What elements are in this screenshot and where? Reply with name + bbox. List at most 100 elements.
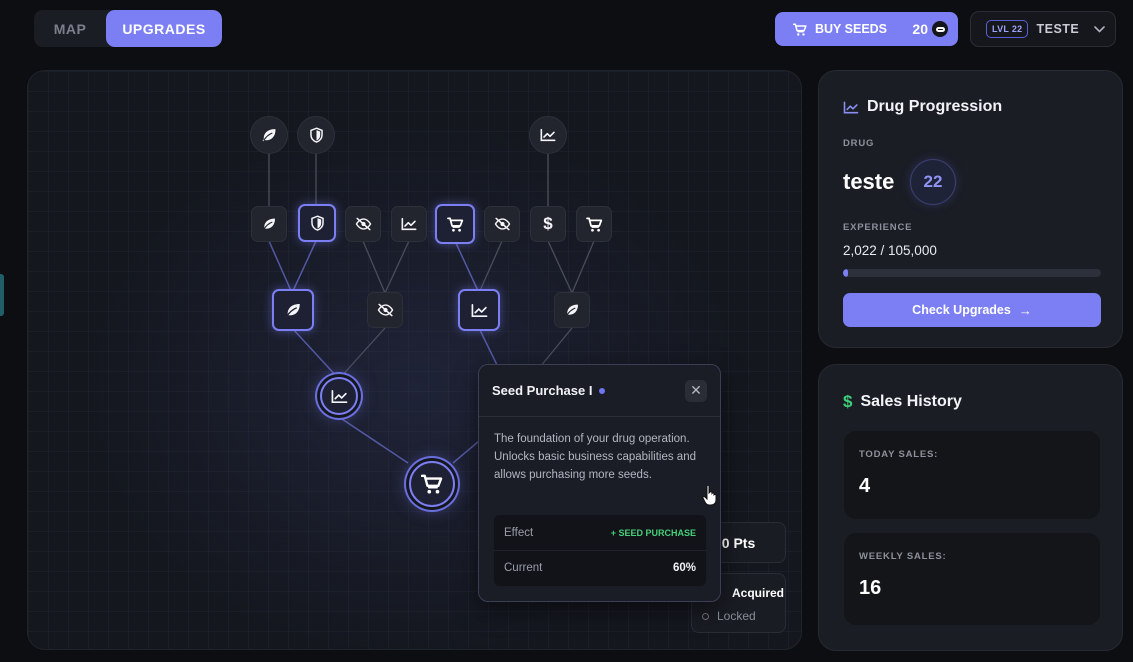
chart-trend-icon [540,128,556,142]
locked-dot-icon [702,612,709,620]
status-dot [599,387,606,394]
upgrade-node-acquired[interactable] [320,377,358,415]
check-upgrades-label: Check Upgrades [912,303,1011,317]
upgrade-node[interactable] [529,116,567,154]
tab-upgrades[interactable]: UPGRADES [106,10,222,47]
connector [547,240,573,294]
drug-level-badge: 22 [910,159,956,205]
weekly-sales-value: 16 [859,577,882,599]
connector-active [478,327,499,368]
buy-seeds-button[interactable]: BUY SEEDS 20 [775,12,958,46]
tooltip-stats: Effect + SEED PURCHASE Current 60% [494,515,706,586]
chart-trend-icon [843,101,859,114]
eye-off-icon [355,217,372,231]
connector [384,240,410,294]
cart-icon [446,216,464,232]
weekly-sales-label: WEEKLY SALES: [859,551,947,562]
chart-trend-icon [331,389,348,404]
upgrade-node-acquired[interactable] [435,204,475,244]
leaf-icon [564,302,580,318]
user-menu-button[interactable]: LVL 22 TESTE [970,11,1116,47]
connector-active [454,240,480,294]
chart-trend-icon [401,217,417,231]
arrow-right-icon: → [1018,302,1032,318]
tooltip-title: Seed Purchase I [492,383,593,398]
card-title: $ Sales History [843,392,962,412]
effect-label: Effect [504,526,534,539]
upgrade-node[interactable]: $ [530,206,566,242]
connector [478,240,503,294]
connector-active [268,240,293,294]
chevron-down-icon [1094,25,1105,33]
card-title: Drug Progression [843,98,1002,116]
connector [362,240,386,294]
seed-coin-icon [932,21,948,37]
upgrade-node[interactable] [250,116,288,154]
level-badge: LVL 22 [986,20,1029,38]
weekly-sales-box: WEEKLY SALES: 16 [844,533,1100,625]
today-sales-box: TODAY SALES: 4 [844,431,1100,519]
experience-progress-bar [843,269,1101,277]
current-label: Current [504,562,543,574]
cart-icon [793,22,807,36]
eye-off-icon [377,303,394,317]
connector-active [291,240,317,294]
upgrade-node-acquired[interactable] [272,289,314,331]
drug-progression-card: Drug Progression DRUG teste 22 EXPERIENC… [818,70,1123,348]
connector [539,327,573,368]
sales-history-card: $ Sales History TODAY SALES: 4 WEEKLY SA… [818,364,1123,651]
upgrade-node[interactable] [576,206,612,242]
close-button[interactable]: ✕ [685,379,707,402]
experience-value: 2,022 / 105,000 [843,243,937,258]
upgrade-node[interactable] [484,206,520,242]
leaf-icon [261,127,277,143]
drug-name: teste [843,169,895,194]
current-row: Current 60% [494,550,706,585]
upgrade-tooltip: Seed Purchase I ✕ The foundation of your… [478,364,721,602]
effect-row: Effect + SEED PURCHASE [494,515,706,550]
upgrade-node[interactable] [251,206,287,242]
upgrade-node-acquired[interactable] [298,204,336,242]
eye-off-icon [494,217,511,231]
legend-locked-label: Locked [717,609,756,623]
connector-active [291,327,340,380]
experience-progress-fill [843,269,848,277]
cart-icon [421,474,443,494]
dollar-icon: $ [543,214,553,233]
shield-icon [310,215,325,231]
connector-active [338,416,409,464]
legend-acquired: Acquired [732,586,785,600]
progression-title: Drug Progression [867,98,1003,115]
sales-title: Sales History [860,393,962,410]
upgrade-node[interactable] [554,292,590,328]
effect-value: + SEED PURCHASE [610,527,696,538]
tooltip-header: Seed Purchase I ✕ [479,365,720,417]
current-value: 60% [672,562,696,574]
experience-label: EXPERIENCE [843,222,913,233]
tab-map[interactable]: MAP [34,10,106,47]
upgrade-node[interactable] [297,116,335,154]
connector [338,327,386,380]
tooltip-description: The foundation of your drug operation. U… [494,433,696,481]
drug-label: DRUG [843,138,875,149]
view-tabs: MAP UPGRADES [34,10,222,47]
legend-locked: Locked [702,609,756,623]
connector-active [452,440,480,464]
today-sales-label: TODAY SALES: [859,449,939,460]
upgrade-node-root[interactable] [409,461,455,507]
upgrade-node[interactable] [391,206,427,242]
leaf-icon [284,301,302,319]
user-name: TESTE [1036,22,1080,36]
seed-count: 20 [912,21,928,37]
today-sales-value: 4 [859,475,871,497]
hand-cursor-icon [702,484,718,511]
check-upgrades-button[interactable]: Check Upgrades → [843,293,1101,327]
chart-trend-icon [471,303,488,318]
upgrade-node-acquired[interactable] [458,289,500,331]
upgrade-node[interactable] [345,206,381,242]
upgrade-node[interactable] [367,292,403,328]
shield-icon [309,127,324,143]
cart-icon [585,216,603,232]
leaf-icon [261,216,277,232]
side-drawer-handle[interactable] [0,274,4,316]
